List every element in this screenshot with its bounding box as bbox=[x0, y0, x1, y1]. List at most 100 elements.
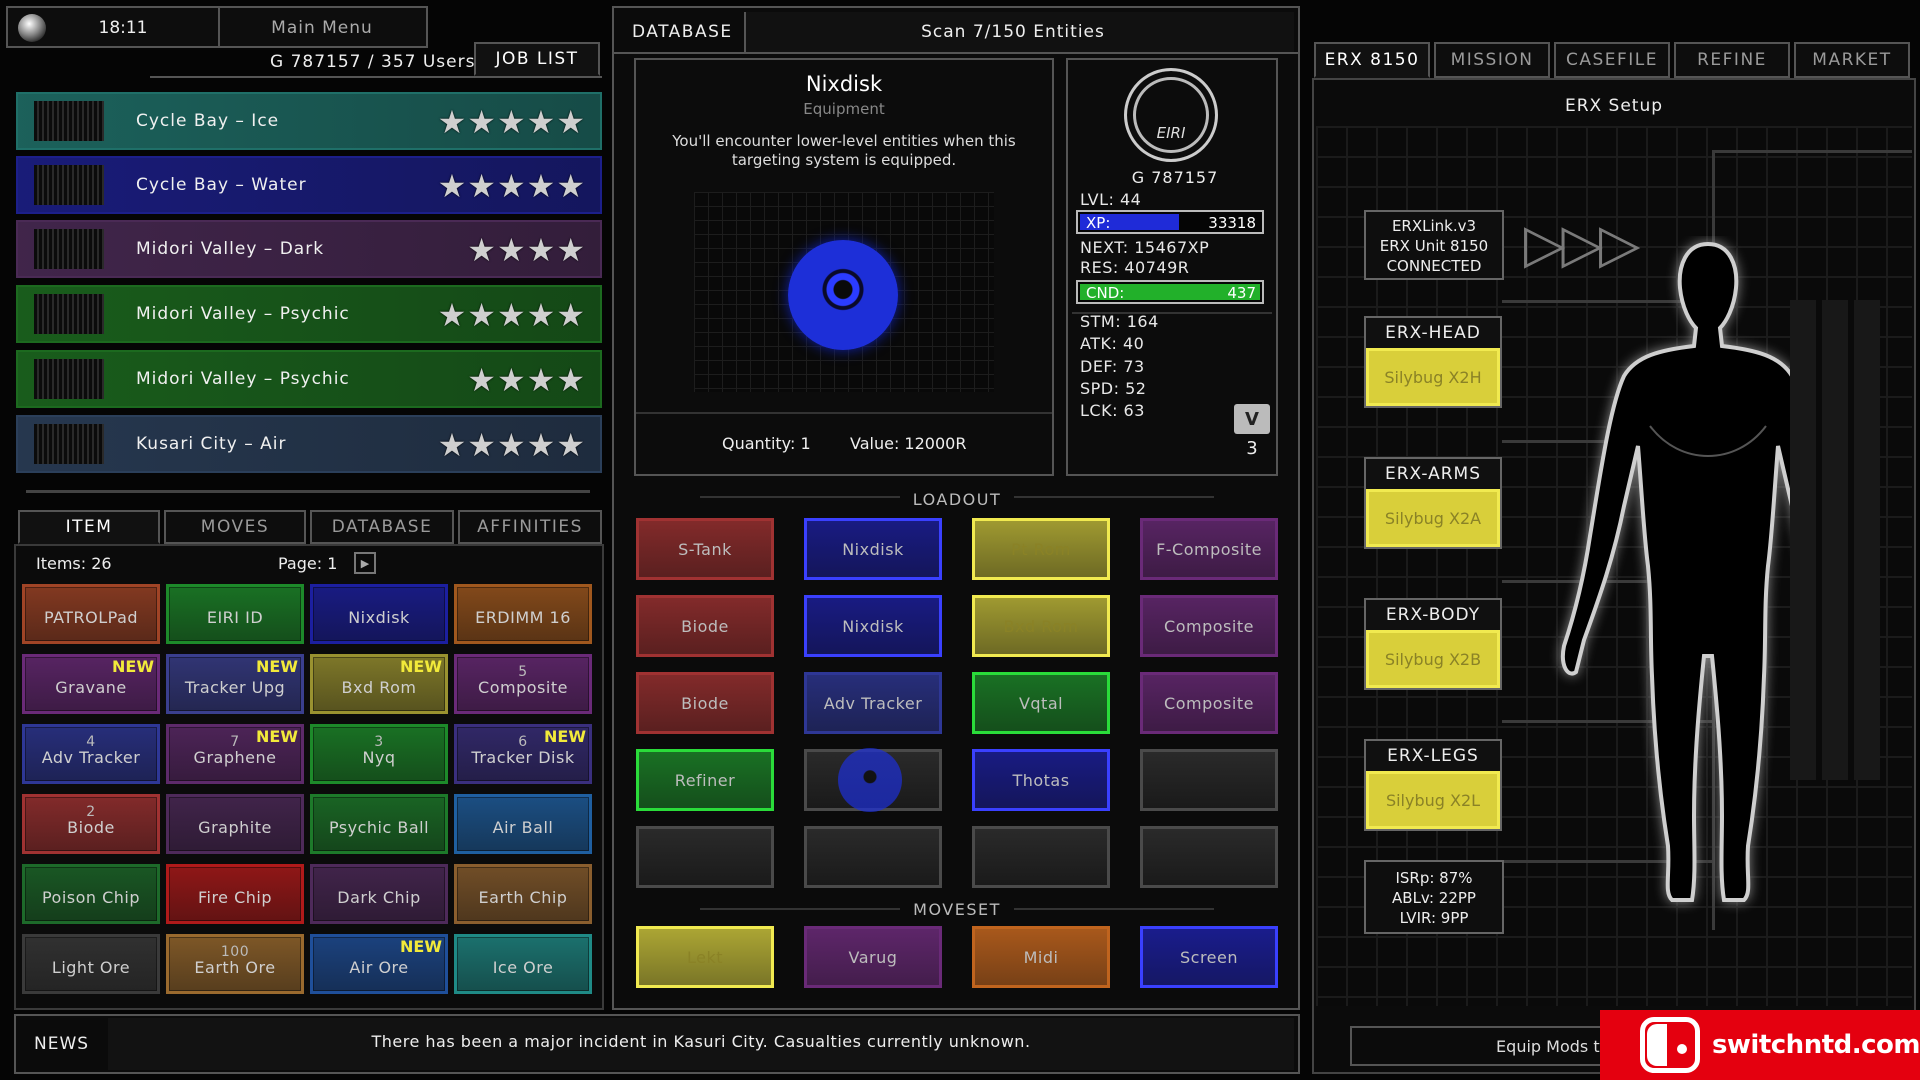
item-slot[interactable]: Bxd Rom NEW bbox=[310, 654, 448, 714]
star-rating: ★★★★ bbox=[467, 361, 586, 399]
tab-refine[interactable]: REFINE bbox=[1674, 42, 1790, 78]
erx-mod[interactable]: Silybug X2H bbox=[1366, 348, 1500, 406]
loadout-slot[interactable]: Composite bbox=[1140, 595, 1278, 657]
item-slot[interactable]: Ice Ore bbox=[454, 934, 592, 994]
loadout-slot[interactable] bbox=[1140, 749, 1278, 811]
stat-lck: LCK: 63 bbox=[1080, 401, 1145, 420]
job-row[interactable]: Cycle Bay – Ice ★★★★★ bbox=[16, 92, 602, 150]
item-slot[interactable]: Fire Chip bbox=[166, 864, 304, 924]
erx-part-slot[interactable]: ERX-LEGS Silybug X2L bbox=[1364, 739, 1502, 831]
loadout-slot[interactable]: Thotas bbox=[972, 749, 1110, 811]
moveset-slot[interactable]: Midi bbox=[972, 926, 1110, 988]
item-slot[interactable]: 2 Biode bbox=[22, 794, 160, 854]
xp-value: 33318 bbox=[1208, 214, 1256, 232]
item-slot[interactable]: Earth Chip bbox=[454, 864, 592, 924]
tab-job-list[interactable]: JOB LIST bbox=[474, 42, 600, 76]
loadout-slot[interactable]: Vqtal bbox=[972, 672, 1110, 734]
erx-part-slot[interactable]: ERX-ARMS Silybug X2A bbox=[1364, 457, 1502, 549]
item-name: Nixdisk bbox=[805, 72, 883, 96]
job-list-scrollbar[interactable] bbox=[26, 490, 590, 493]
item-count: 4 bbox=[86, 734, 96, 750]
erx-part-slot[interactable]: ERX-HEAD Silybug X2H bbox=[1364, 316, 1502, 408]
item-slot[interactable]: 7 Graphene NEW bbox=[166, 724, 304, 784]
item-label: Air Ore bbox=[349, 958, 409, 977]
item-slot[interactable]: Gravane NEW bbox=[22, 654, 160, 714]
loadout-slot[interactable] bbox=[972, 826, 1110, 888]
loadout-slot[interactable]: Nixdisk bbox=[804, 518, 942, 580]
erx-mod[interactable]: Silybug X2B bbox=[1366, 630, 1500, 688]
item-label: Biode bbox=[67, 818, 115, 837]
job-row[interactable]: Midori Valley – Psychic ★★★★★ bbox=[16, 285, 602, 343]
loadout-slot[interactable]: Nixdisk bbox=[804, 595, 942, 657]
star-rating: ★★★★★ bbox=[437, 103, 586, 141]
item-slot[interactable]: Air Ball bbox=[454, 794, 592, 854]
erx-mod-label: Silybug X2H bbox=[1384, 367, 1482, 387]
job-row[interactable]: Kusari City – Air ★★★★★ bbox=[16, 415, 602, 473]
erx-part-name: ERX-BODY bbox=[1385, 605, 1481, 625]
job-row[interactable]: Midori Valley – Dark ★★★★ bbox=[16, 220, 602, 278]
item-slot[interactable]: Graphite bbox=[166, 794, 304, 854]
item-description: You'll encounter lower-level entities wh… bbox=[672, 132, 1016, 169]
loadout-slot[interactable]: Biode bbox=[636, 595, 774, 657]
item-count: 2 bbox=[86, 804, 96, 820]
loadout-slot[interactable]: Refiner bbox=[636, 749, 774, 811]
stat-atk: ATK: 40 bbox=[1080, 334, 1145, 353]
tab-market[interactable]: MARKET bbox=[1794, 42, 1910, 78]
loadout-slot[interactable]: F-Composite bbox=[1140, 518, 1278, 580]
tab-casefile[interactable]: CASEFILE bbox=[1554, 42, 1670, 78]
eiri-logo-icon: EIRI bbox=[1124, 68, 1218, 162]
loadout-slot[interactable]: Composite bbox=[1140, 672, 1278, 734]
item-slot[interactable]: PATROLPad bbox=[22, 584, 160, 644]
main-menu-button[interactable]: Main Menu bbox=[222, 18, 422, 38]
loadout-slot[interactable] bbox=[636, 826, 774, 888]
resources: RES: 40749R bbox=[1080, 258, 1190, 277]
tab-item[interactable]: ITEM bbox=[18, 510, 160, 544]
item-slot[interactable]: 5 Composite bbox=[454, 654, 592, 714]
loadout-slot[interactable]: Pt Rom bbox=[972, 518, 1110, 580]
item-slot[interactable]: EIRI ID bbox=[166, 584, 304, 644]
item-slot[interactable]: Dark Chip bbox=[310, 864, 448, 924]
item-label: PATROLPad bbox=[43, 608, 139, 627]
item-slot[interactable]: Poison Chip bbox=[22, 864, 160, 924]
tab-moves[interactable]: MOVES bbox=[164, 510, 306, 544]
next-page-icon[interactable]: ▶ bbox=[354, 552, 376, 574]
erx-part-slot[interactable]: ERX-BODY Silybug X2B bbox=[1364, 598, 1502, 690]
page-indicator: Page: 1 bbox=[278, 554, 338, 573]
loadout-slot[interactable] bbox=[1140, 826, 1278, 888]
tab-database[interactable]: DATABASE bbox=[310, 510, 454, 544]
item-slot[interactable]: 6 Tracker Disk NEW bbox=[454, 724, 592, 784]
erx-mod[interactable]: Silybug X2A bbox=[1366, 489, 1500, 547]
erx-mod[interactable]: Silybug X2L bbox=[1366, 771, 1500, 829]
item-slot[interactable]: 3 Nyq bbox=[310, 724, 448, 784]
job-row[interactable]: Midori Valley – Psychic ★★★★ bbox=[16, 350, 602, 408]
job-row[interactable]: Cycle Bay – Water ★★★★★ bbox=[16, 156, 602, 214]
loadout-slot[interactable]: Adv Tracker bbox=[804, 672, 942, 734]
moveset-slot[interactable]: Screen bbox=[1140, 926, 1278, 988]
tab-erx-8150[interactable]: ERX 8150 bbox=[1314, 42, 1430, 78]
loadout-slot[interactable]: S-Tank bbox=[636, 518, 774, 580]
scan-status: Scan 7/150 Entities bbox=[921, 22, 1105, 42]
loadout-slot[interactable]: Bxd Rom bbox=[972, 595, 1110, 657]
move-label: Midi bbox=[1023, 947, 1059, 967]
erx-part-name: ERX-ARMS bbox=[1384, 464, 1481, 484]
item-slot[interactable]: Tracker Upg NEW bbox=[166, 654, 304, 714]
loadout-label: Vqtal bbox=[1018, 693, 1064, 713]
nixdisk-slot-icon bbox=[838, 748, 902, 812]
item-slot[interactable]: 4 Adv Tracker bbox=[22, 724, 160, 784]
item-slot[interactable]: ERDIMM 16 bbox=[454, 584, 592, 644]
tab-mission[interactable]: MISSION bbox=[1434, 42, 1550, 78]
loadout-label: Biode bbox=[681, 693, 729, 713]
orb-icon bbox=[18, 14, 46, 42]
moveset-slot[interactable]: Lekt bbox=[636, 926, 774, 988]
item-slot[interactable]: Light Ore bbox=[22, 934, 160, 994]
item-slot[interactable]: Nixdisk bbox=[310, 584, 448, 644]
item-slot[interactable]: Air Ore NEW bbox=[310, 934, 448, 994]
v-button[interactable]: V bbox=[1234, 404, 1270, 434]
item-slot[interactable]: Psychic Ball bbox=[310, 794, 448, 854]
loadout-slot[interactable] bbox=[804, 826, 942, 888]
cnd-bar: CND: 437 bbox=[1076, 280, 1264, 304]
moveset-slot[interactable]: Varug bbox=[804, 926, 942, 988]
tab-affinities[interactable]: AFFINITIES bbox=[458, 510, 602, 544]
item-slot[interactable]: 100 Earth Ore bbox=[166, 934, 304, 994]
loadout-slot[interactable]: Biode bbox=[636, 672, 774, 734]
